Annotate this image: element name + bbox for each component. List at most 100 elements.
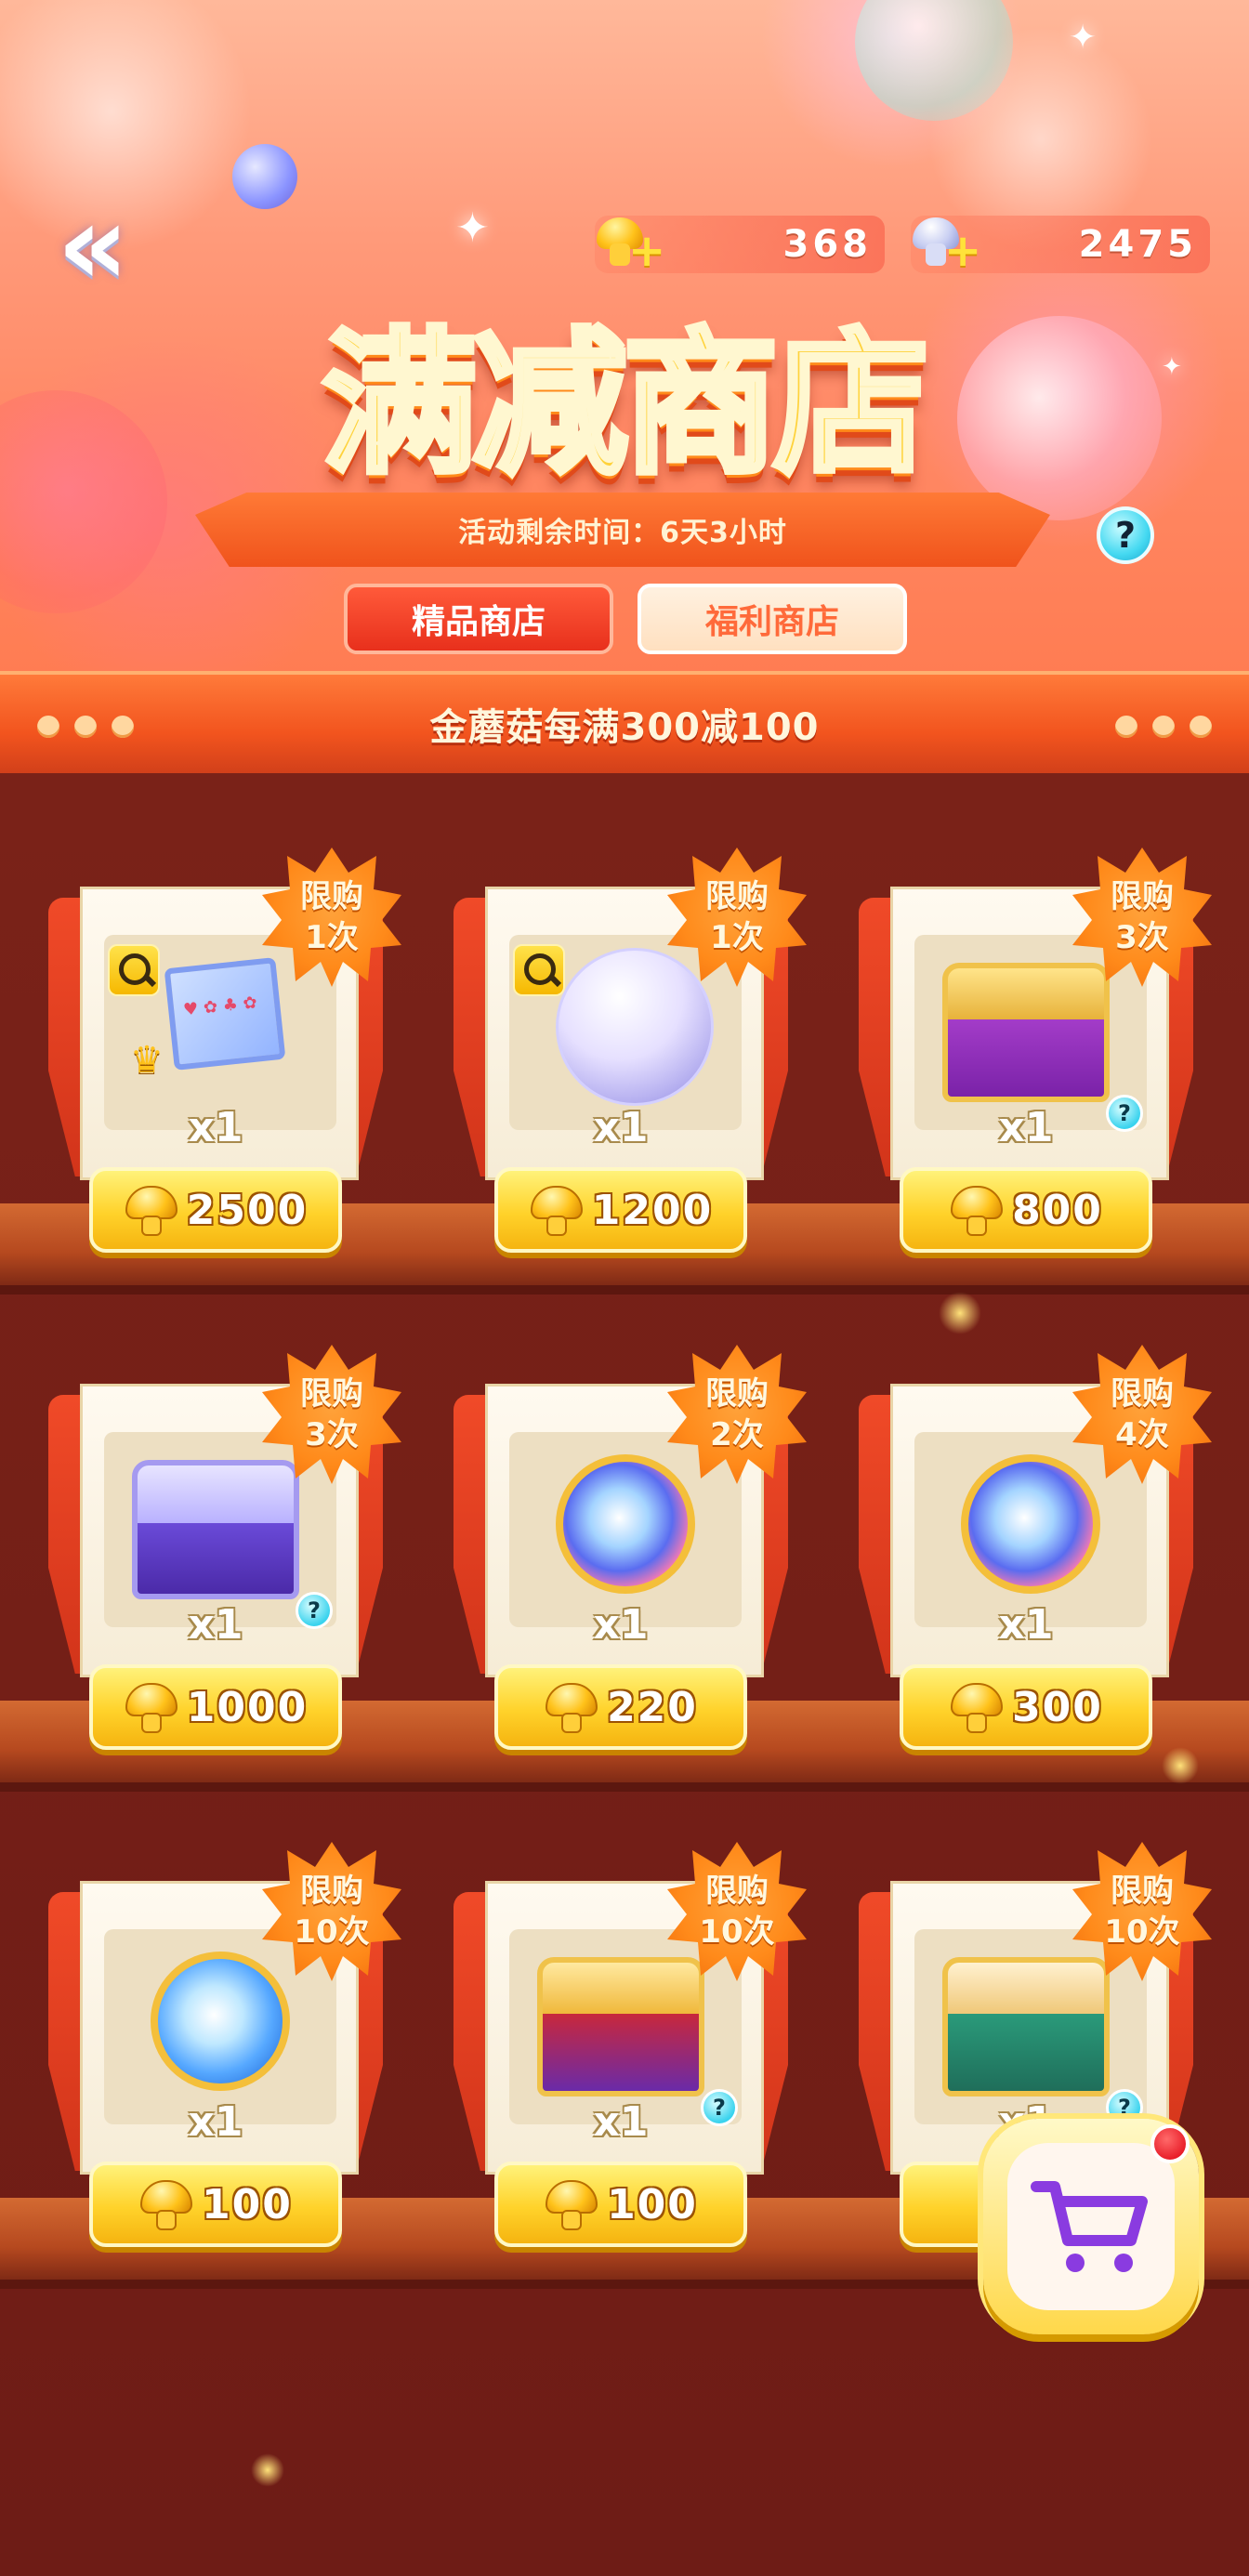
red-gold-chest-icon [537, 1957, 704, 2096]
purple-crown-chest-icon [132, 1460, 299, 1599]
shop-item-card[interactable]: ♛ x1 限购 1次 2500 [48, 848, 401, 1253]
shop-item-card[interactable]: ? x1 限购 3次 800 [859, 848, 1212, 1253]
tab-premium-shop[interactable]: 精品商店 [344, 584, 613, 654]
shop-item-card[interactable]: x1 限购 4次 300 [859, 1345, 1212, 1750]
shop-item-card[interactable]: x1 限购 2次 220 [454, 1345, 807, 1750]
item-quantity: x1 [998, 1104, 1054, 1151]
gold-mushroom-icon [949, 1182, 1005, 1238]
timer-text: 活动剩余时间：6天3小时 [458, 517, 787, 549]
rainbow-orb-icon [961, 1454, 1100, 1594]
page-title: 满减商店 [319, 310, 932, 498]
limit-label: 限购 [300, 878, 363, 915]
crystal-bubble-icon [556, 948, 714, 1106]
zoom-icon[interactable] [108, 944, 160, 996]
coin-sparkle [251, 2453, 284, 2487]
price-value: 2500 [186, 1186, 309, 1234]
shop-item-card[interactable]: ? x1 限购 10次 100 [454, 1842, 807, 2247]
price-value: 100 [202, 2180, 293, 2228]
gold-mushroom-counter[interactable]: + 368 [595, 216, 885, 273]
shop-item-card[interactable]: x1 限购 1次 1200 [454, 848, 807, 1253]
back-button[interactable]: « [37, 191, 149, 302]
gold-mushroom-icon [529, 1182, 585, 1238]
item-quantity: x1 [188, 1601, 243, 1649]
zoom-icon[interactable] [513, 944, 565, 996]
shop-item-card[interactable]: ? x1 限购 3次 1000 [48, 1345, 401, 1750]
coin-sparkle [1162, 1747, 1199, 1784]
limit-label: 限购 [1111, 878, 1174, 915]
limit-count: 3次 [1115, 919, 1169, 956]
limit-count: 1次 [305, 919, 359, 956]
buy-button[interactable]: 1200 [494, 1167, 747, 1253]
buy-button[interactable]: 2500 [89, 1167, 342, 1253]
gold-mushroom-icon [949, 1679, 1005, 1735]
promo-banner: 金蘑菇每满300减100 [0, 671, 1249, 773]
item-quantity: x1 [593, 1104, 649, 1151]
buy-button[interactable]: 220 [494, 1664, 747, 1750]
price-value: 1200 [591, 1186, 714, 1234]
limit-label: 限购 [300, 1873, 363, 1910]
help-icon[interactable]: ? [1097, 506, 1154, 564]
price-value: 220 [607, 1683, 698, 1731]
gold-mushroom-plus-icon[interactable]: + [589, 210, 665, 275]
limit-count: 10次 [294, 1913, 370, 1951]
promo-text: 金蘑菇每满300减100 [429, 706, 820, 749]
shop-item-card[interactable]: x1 限购 10次 100 [48, 1842, 401, 2247]
sparkle-icon: ✦ [455, 204, 490, 252]
coin-sparkle [939, 1292, 981, 1334]
buy-button[interactable]: 300 [900, 1664, 1152, 1750]
silver-mushroom-counter[interactable]: + 2475 [911, 216, 1210, 273]
limit-label: 限购 [705, 1873, 769, 1910]
limit-count: 10次 [1104, 1913, 1180, 1951]
limit-label: 限购 [705, 1375, 769, 1413]
gold-mushroom-icon [138, 2176, 194, 2232]
item-quantity: x1 [188, 2098, 243, 2146]
double-chevron-left-icon: « [57, 181, 129, 310]
item-quantity: x1 [593, 1601, 649, 1649]
green-gold-chest-icon [942, 1957, 1110, 2096]
blue-shell-orb-icon [151, 1952, 290, 2091]
rainbow-orb-icon [556, 1454, 695, 1594]
gold-mushroom-icon [544, 2176, 599, 2232]
notification-badge [1150, 2124, 1190, 2163]
limit-label: 限购 [705, 878, 769, 915]
decor-bubble [855, 0, 1013, 121]
gold-mushroom-icon [124, 1679, 179, 1735]
limit-count: 10次 [699, 1913, 775, 1951]
price-value: 300 [1012, 1683, 1103, 1731]
buy-button[interactable]: 800 [900, 1167, 1152, 1253]
buy-button[interactable]: 1000 [89, 1664, 342, 1750]
tab-welfare-shop[interactable]: 福利商店 [638, 584, 907, 654]
gold-purple-chest-icon [942, 963, 1110, 1102]
cart-button[interactable] [983, 2119, 1199, 2334]
buy-button[interactable]: 100 [89, 2162, 342, 2247]
shop-header: ✦ ✦ ✦ « + 368 + 2475 满减商店 活动剩余时间：6天3小时 ?… [0, 0, 1249, 678]
crown-icon: ♛ [130, 1039, 164, 1082]
gold-mushroom-value: 368 [782, 223, 872, 266]
silver-mushroom-value: 2475 [1078, 223, 1197, 266]
decor-bubble [232, 144, 297, 209]
card-frame-icon [164, 957, 286, 1071]
price-value: 800 [1012, 1186, 1103, 1234]
sparkle-icon: ✦ [1162, 353, 1182, 381]
limit-count: 4次 [1115, 1416, 1169, 1453]
limit-count: 1次 [710, 919, 764, 956]
buy-button[interactable]: 100 [494, 2162, 747, 2247]
sparkle-icon: ✦ [1069, 19, 1098, 57]
item-quantity: x1 [998, 1601, 1054, 1649]
timer-banner: 活动剩余时间：6天3小时 [195, 493, 1050, 567]
decor-dots [1115, 716, 1212, 738]
limit-label: 限购 [1111, 1873, 1174, 1910]
item-quantity: x1 [593, 2098, 649, 2146]
price-value: 1000 [186, 1683, 309, 1731]
decor-bubble [957, 316, 1162, 520]
cart-button-inner [1007, 2143, 1175, 2310]
item-quantity: x1 [188, 1104, 243, 1151]
gold-mushroom-icon [544, 1679, 599, 1735]
limit-label: 限购 [1111, 1375, 1174, 1413]
decor-dots [37, 716, 134, 738]
silver-mushroom-plus-icon[interactable]: + [905, 210, 981, 275]
limit-label: 限购 [300, 1375, 363, 1413]
limit-count: 2次 [710, 1416, 764, 1453]
shopping-cart-icon [1031, 2181, 1148, 2272]
decor-bubble [0, 390, 167, 613]
